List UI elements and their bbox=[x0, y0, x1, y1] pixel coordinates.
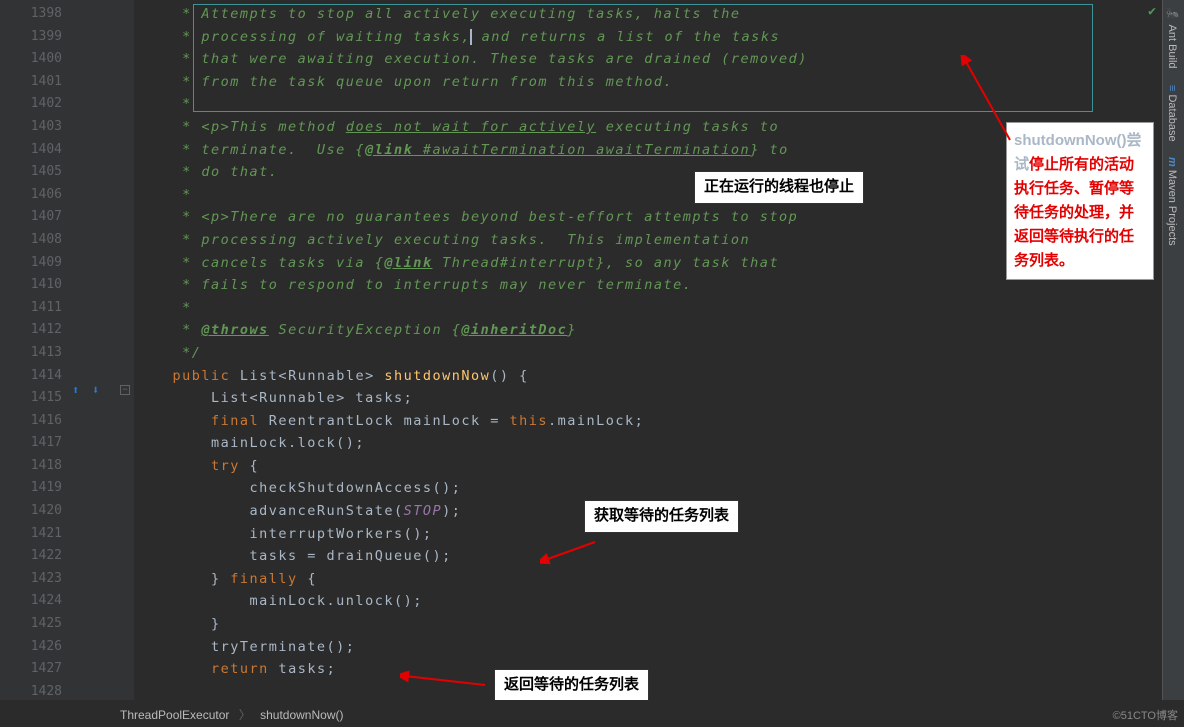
annotation-side-panel: shutdownNow()尝试停止所有的活动执行任务、暂停等待任务的处理，并返回… bbox=[1006, 122, 1154, 280]
line-number-gutter: 1398139914001401140214031404140514061407… bbox=[0, 0, 70, 700]
gutter-icon-column: ⬆ ⬇ bbox=[70, 0, 120, 700]
breadcrumb-method[interactable]: shutdownNow() bbox=[260, 708, 343, 722]
override-marker-icon[interactable]: ⬆ bbox=[72, 383, 79, 397]
inspection-ok-icon[interactable]: ✔ bbox=[1148, 4, 1156, 19]
breadcrumb[interactable]: ThreadPoolExecutor 〉 shutdownNow() bbox=[120, 703, 343, 727]
annotation-get-tasks: 获取等待的任务列表 bbox=[584, 500, 739, 533]
annotation-return-tasks: 返回等待的任务列表 bbox=[494, 669, 649, 700]
breadcrumb-class[interactable]: ThreadPoolExecutor bbox=[120, 708, 229, 722]
sidebar-tab-maven[interactable]: m Maven Projects bbox=[1163, 149, 1181, 254]
fold-toggle-icon[interactable]: − bbox=[120, 385, 130, 395]
sidebar-tab-ant[interactable]: 🐜 Ant Build bbox=[1163, 0, 1182, 77]
watermark: ©51CTO博客 bbox=[1113, 707, 1178, 723]
annotation-running-threads: 正在运行的线程也停止 bbox=[694, 171, 864, 204]
sidebar-tab-database[interactable]: ≡ Database bbox=[1163, 77, 1181, 150]
chevron-right-icon: 〉 bbox=[239, 708, 251, 722]
code-editor[interactable]: * Attempts to stop all actively executin… bbox=[134, 0, 1158, 700]
right-tool-sidebar: 🐜 Ant Build ≡ Database m Maven Projects bbox=[1162, 0, 1184, 700]
implements-marker-icon[interactable]: ⬇ bbox=[92, 383, 99, 397]
fold-column: − bbox=[120, 0, 134, 700]
